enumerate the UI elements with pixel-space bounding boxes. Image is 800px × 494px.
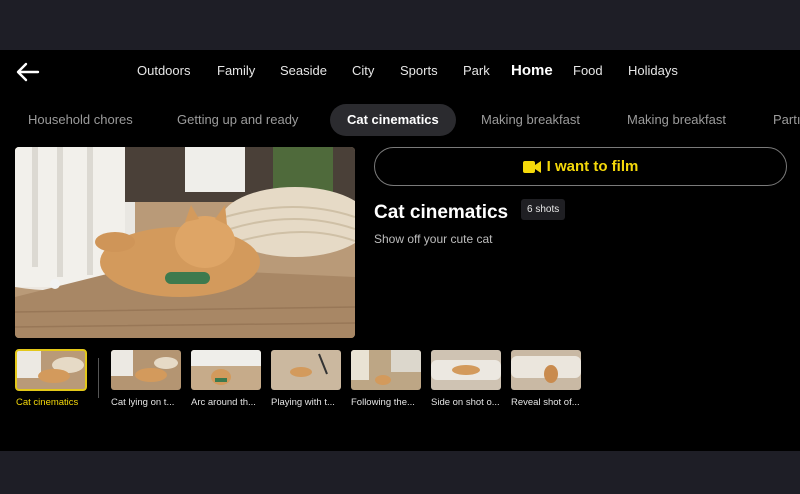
template-browser: Outdoors Family Seaside City Sports Park…: [0, 50, 800, 451]
shot-caption: Cat cinematics: [16, 397, 79, 408]
shot-thumbnail-3[interactable]: Playing with t...: [271, 350, 343, 408]
template-description: Show off your cute cat: [374, 232, 493, 246]
tab-holidays[interactable]: Holidays: [628, 60, 678, 82]
tab-family[interactable]: Family: [217, 60, 255, 82]
chip-making-breakfast[interactable]: Making breakfast: [481, 104, 580, 136]
shot-strip: Cat cinematics Cat lying on t... Arc aro…: [0, 349, 800, 414]
status-bar-bottom: [0, 451, 800, 494]
chip-party[interactable]: Partı: [773, 104, 800, 136]
shot-thumbnail-5[interactable]: Side on shot o...: [431, 350, 503, 408]
shot-caption: Playing with t...: [271, 397, 335, 408]
shot-image: [351, 350, 421, 390]
shots-badge: 6 shots: [521, 199, 566, 220]
shot-image: [191, 350, 261, 390]
shot-caption: Arc around th...: [191, 397, 256, 408]
shot-caption: Side on shot o...: [431, 397, 500, 408]
shot-thumbnail-overview[interactable]: Cat cinematics: [15, 349, 88, 408]
shot-caption: Following the...: [351, 397, 415, 408]
video-camera-icon: [522, 160, 541, 173]
tab-city[interactable]: City: [352, 60, 374, 82]
chip-getting-up[interactable]: Getting up and ready: [177, 104, 298, 136]
shot-image: [16, 350, 86, 390]
cat-preview-image: [15, 147, 355, 338]
tab-home[interactable]: Home: [511, 60, 553, 82]
category-tabs: Outdoors Family Seaside City Sports Park…: [0, 60, 800, 84]
shot-thumbnail-1[interactable]: Cat lying on t...: [111, 350, 183, 408]
chip-household-chores[interactable]: Household chores: [28, 104, 133, 136]
template-title: Cat cinematics: [374, 202, 509, 223]
shot-caption: Cat lying on t...: [111, 397, 175, 408]
tab-park[interactable]: Park: [463, 60, 490, 82]
chip-cat-cinematics[interactable]: Cat cinematics: [330, 104, 456, 136]
status-bar-top: [0, 0, 800, 50]
shot-image: [431, 350, 501, 390]
shot-thumbnail-2[interactable]: Arc around th...: [191, 350, 263, 408]
video-preview[interactable]: [15, 147, 355, 338]
tab-sports[interactable]: Sports: [400, 60, 438, 82]
tab-outdoors[interactable]: Outdoors: [137, 60, 190, 82]
chip-making-breakfast-2[interactable]: Making breakfast: [627, 104, 726, 136]
shot-thumbnail-6[interactable]: Reveal shot of...: [511, 350, 583, 408]
film-button-label: I want to film: [546, 158, 639, 175]
shot-thumbnail-4[interactable]: Following the...: [351, 350, 423, 408]
shot-image: [271, 350, 341, 390]
divider: [98, 358, 99, 398]
film-button[interactable]: I want to film: [374, 147, 787, 186]
tab-seaside[interactable]: Seaside: [280, 60, 327, 82]
tab-food[interactable]: Food: [573, 60, 603, 82]
shot-image: [111, 350, 181, 390]
subcategory-chips: Household chores Getting up and ready Ca…: [0, 104, 800, 136]
shot-caption: Reveal shot of...: [511, 397, 580, 408]
shot-image: [511, 350, 581, 390]
